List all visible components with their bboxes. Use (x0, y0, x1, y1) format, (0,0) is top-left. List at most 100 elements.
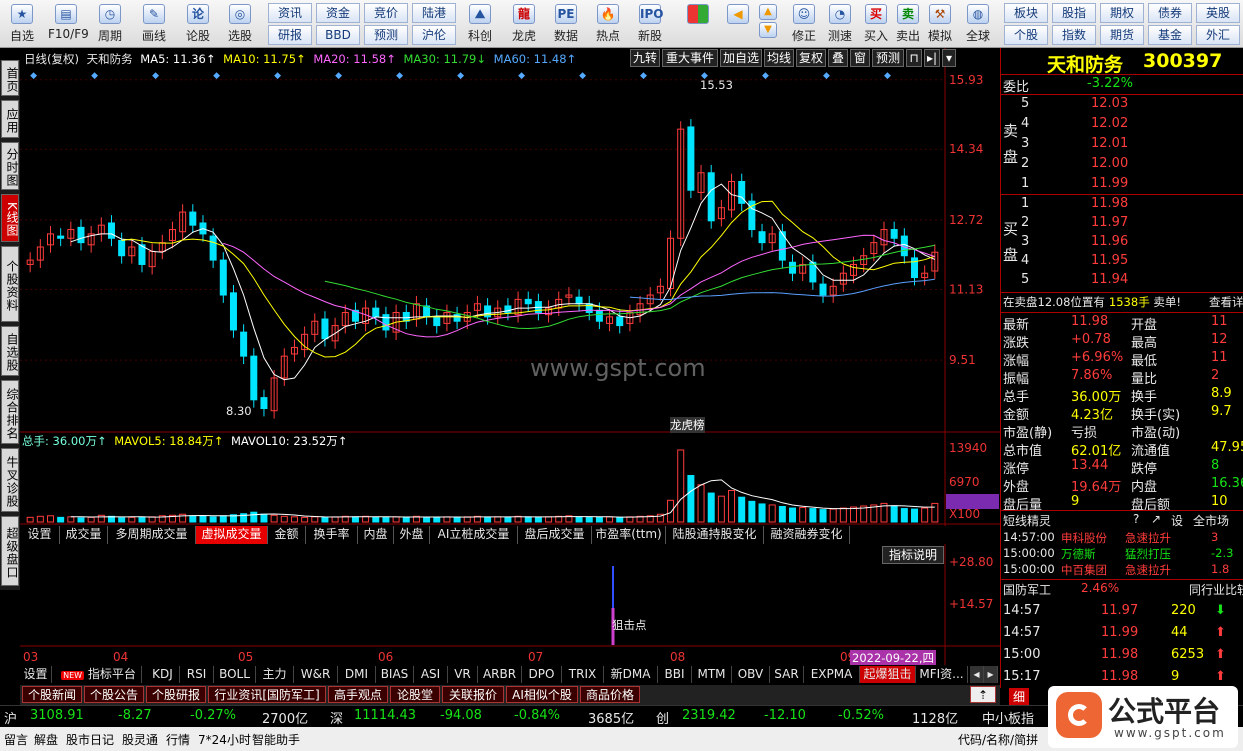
dropdown-icon[interactable]: ▾ (942, 49, 956, 67)
sprite-popout-button[interactable]: ↗ (1151, 512, 1161, 526)
sz-index[interactable]: 11114.43 (354, 708, 416, 723)
page-up-button[interactable]: ▲ ▼ (756, 2, 780, 46)
global-button[interactable]: ◍ 全球 (960, 2, 996, 46)
back-button[interactable]: ◀ (720, 2, 756, 46)
tab-multi-volume[interactable]: 多周期成交量 (108, 526, 196, 544)
hotspot-button[interactable]: 🔥 热点 (590, 2, 626, 46)
ipo-button[interactable]: IPO 新股 (632, 2, 668, 46)
btab-boll[interactable]: BOLL (214, 666, 256, 683)
tab-watchlist[interactable]: 自选股 (1, 326, 19, 376)
stock-genius-link[interactable]: 股灵通 (122, 731, 158, 748)
btab-dmi[interactable]: DMI (338, 666, 376, 683)
indicator-explain-button[interactable]: 指标说明 (882, 546, 944, 564)
stock-picker-button[interactable]: ◎ 选股 (222, 2, 258, 46)
uk-stocks-button[interactable]: 英股 (1196, 3, 1240, 23)
expand-icon[interactable]: ▸| (924, 49, 940, 67)
btab-bias[interactable]: BIAS (376, 666, 414, 683)
btab-platform[interactable]: NEW 指标平台 (56, 666, 142, 683)
btab-sniper[interactable]: 起爆狙击 (860, 666, 916, 683)
draw-line-button[interactable]: ✎ 画线 (136, 2, 172, 46)
tab-volume[interactable]: 成交量 (60, 526, 108, 544)
news-tab-notices[interactable]: 个股公告 (84, 686, 144, 703)
bbd-button[interactable]: BBD (316, 25, 360, 45)
window-button[interactable]: 窗 (850, 49, 870, 67)
sprite-stock[interactable]: 万德斯 (1061, 546, 1096, 562)
btab-asi[interactable]: ASI (414, 666, 448, 683)
btab-dpo[interactable]: DPO (522, 666, 562, 683)
tab-inner[interactable]: 内盘 (358, 526, 394, 544)
btab-expma[interactable]: EXPMA (804, 666, 860, 683)
index-futures-button[interactable]: 股指 (1052, 3, 1096, 23)
f10-button[interactable]: ▤ F10/F9 (48, 2, 89, 46)
tab-virtual-volume[interactable]: 虚拟成交量 (196, 526, 268, 544)
btab-rsi[interactable]: RSI (180, 666, 214, 683)
collapse-up-icon[interactable]: ⇡ (970, 686, 996, 703)
buy-price[interactable]: 11.98 (1091, 196, 1128, 211)
tab-pe-ttm[interactable]: 市盈率(ttm) (592, 526, 666, 544)
btab-new-dma[interactable]: 新DMA (604, 666, 658, 683)
news-tab-stock-news[interactable]: 个股新闻 (22, 686, 82, 703)
btab-arbr[interactable]: ARBR (478, 666, 522, 683)
research-button[interactable]: 研报 (268, 25, 312, 45)
tab-apps[interactable]: 应用 (1, 100, 19, 138)
sell-price[interactable]: 12.03 (1091, 96, 1128, 111)
news-247-link[interactable]: 7*24小时 (198, 731, 251, 748)
btab-settings[interactable]: 设置 (20, 666, 52, 683)
tab-super-board[interactable]: 超级盘口 (1, 516, 19, 586)
sprite-settings-button[interactable]: 设 (1171, 512, 1183, 529)
watchlist-button[interactable]: ★ 自选 (4, 2, 40, 46)
news-tab-ai-similar[interactable]: AI相似个股 (506, 686, 578, 703)
stocks-button[interactable]: 个股 (1004, 25, 1048, 45)
futures-button[interactable]: 期货 (1100, 25, 1144, 45)
scroll-left-icon[interactable]: ◂ (970, 666, 984, 683)
btab-mtm[interactable]: MTM (692, 666, 732, 683)
bonds-button[interactable]: 债券 (1148, 3, 1192, 23)
correct-button[interactable]: ☺ 修正 (786, 2, 822, 46)
tab-outer[interactable]: 外盘 (394, 526, 430, 544)
hk-connect-button[interactable]: 陆港 (412, 3, 456, 23)
news-tab-research[interactable]: 个股研报 (146, 686, 206, 703)
btab-vr[interactable]: VR (448, 666, 478, 683)
kline-svg[interactable]: 15.9314.3412.7211.139.51◆ ◆ ◆ ◆ ◆ ◆ ◆ ◆ ◆ ◆ ◆ ◆ ◆ ◆ ◆1… (20, 48, 1000, 665)
message-link[interactable]: 留言 (4, 731, 28, 748)
sell-price[interactable]: 12.00 (1091, 156, 1128, 171)
sme-index-label[interactable]: 中小板指 (982, 708, 1034, 727)
nine-turn-button[interactable]: 九转 (630, 49, 660, 67)
news-tab-commodity[interactable]: 商品价格 (580, 686, 640, 703)
buy-price[interactable]: 11.96 (1091, 234, 1128, 249)
news-tab-industry[interactable]: 行业资讯[国防军工] (208, 686, 326, 703)
sprite-market-button[interactable]: 全市场 (1193, 512, 1229, 529)
industry-compare-link[interactable]: 同行业比较 (1189, 581, 1243, 598)
overlay-button[interactable]: 叠 (828, 49, 848, 67)
forecast-button[interactable]: 预测 (364, 25, 408, 45)
assistant-link[interactable]: 智能助手 (252, 731, 300, 748)
period-button[interactable]: ◷ 周期 (92, 2, 128, 46)
auction-button[interactable]: 竞价 (364, 3, 408, 23)
sell-price[interactable]: 11.99 (1091, 176, 1128, 191)
info-detail-link[interactable]: 查看详 (1209, 294, 1243, 310)
code-search-input[interactable]: 代码/名称/简拼 (958, 731, 1038, 748)
tab-ai-volume[interactable]: AI立桩成交量 (430, 526, 518, 544)
tab-kline[interactable]: K线图 (1, 194, 19, 242)
buy-price[interactable]: 11.97 (1091, 215, 1128, 230)
sprite-stock[interactable]: 中百集团 (1061, 562, 1107, 578)
longhu-badge[interactable]: 龙虎榜 (670, 417, 705, 433)
tab-profile[interactable]: 个股资料 (1, 246, 19, 322)
speed-test-button[interactable]: ◔ 测速 (822, 2, 858, 46)
sprite-help-button[interactable]: ? (1133, 512, 1139, 526)
tab-margin[interactable]: 融资融券变化 (764, 526, 850, 544)
sector-button[interactable]: 板块 (1004, 3, 1048, 23)
layout-button[interactable] (680, 2, 716, 46)
btab-sar[interactable]: SAR (770, 666, 804, 683)
lock-icon[interactable]: ⊓ (906, 49, 922, 67)
tab-hk-holding[interactable]: 陆股通持股变化 (666, 526, 764, 544)
funds-list-button[interactable]: 基金 (1148, 25, 1192, 45)
news-button[interactable]: 资讯 (268, 3, 312, 23)
buy-price[interactable]: 11.94 (1091, 272, 1128, 287)
sell-price[interactable]: 12.02 (1091, 116, 1128, 131)
index-button[interactable]: 指数 (1052, 25, 1096, 45)
quotes-link[interactable]: 行情 (166, 731, 190, 748)
major-events-button[interactable]: 重大事件 (662, 49, 718, 67)
industry-name[interactable]: 国防军工 (1003, 581, 1051, 598)
sell-button[interactable]: 卖卖出 (890, 2, 926, 46)
